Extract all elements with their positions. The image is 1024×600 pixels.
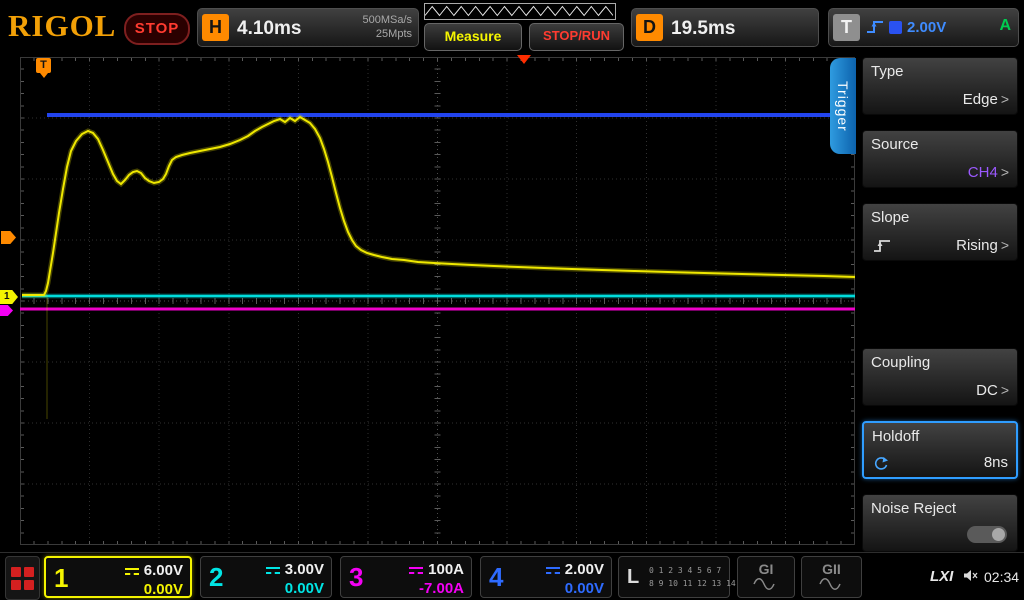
memory-position-strip	[424, 3, 616, 20]
timebase-value: 4.10ms	[237, 18, 301, 40]
waveform-display	[20, 57, 855, 545]
menu-value: 8ns	[984, 454, 1008, 471]
menu-label: Coupling	[871, 354, 930, 371]
channel-number: 1	[54, 563, 68, 594]
menu-value: Rising	[956, 237, 998, 254]
delay-value: 19.5ms	[671, 18, 735, 40]
channel-number: 3	[349, 562, 363, 593]
channel-offset: 0.00V	[144, 581, 183, 598]
lxi-logo: LXI	[930, 568, 953, 585]
memory-waveform-icon	[425, 4, 613, 17]
measure-button[interactable]: Measure	[424, 23, 522, 51]
sample-rate-readout: 500MSa/s 25Mpts	[362, 13, 412, 41]
trigger-source-color-icon	[889, 21, 902, 34]
menu-item-source[interactable]: Source CH4>	[862, 130, 1018, 188]
menu-label: Noise Reject	[871, 500, 956, 517]
toggle-knob	[992, 528, 1005, 541]
delay-group: D 19.5ms	[630, 7, 820, 48]
memory-depth: 25Mpts	[362, 27, 412, 41]
channel-scale: 2.00V	[565, 561, 604, 578]
generator-label: GII	[802, 561, 861, 577]
channel-scale: 100A	[428, 561, 464, 578]
rising-edge-icon	[872, 238, 892, 254]
chevron-right-icon: >	[1001, 237, 1009, 253]
edge-trigger-icon	[865, 17, 885, 37]
logic-channels-block[interactable]: L 0 1 2 3 4 5 6 7 8 9 10 11 12 13 14 15	[618, 556, 730, 598]
menu-label: Slope	[871, 209, 909, 226]
menu-item-coupling[interactable]: Coupling DC>	[862, 348, 1018, 406]
acquisition-status-badge: STOP	[124, 13, 190, 45]
channel-1-ground-marker[interactable]: 1	[0, 290, 18, 304]
channel-offset: 0.00V	[285, 580, 324, 597]
channel-1-block[interactable]: 1 6.00V 0.00V	[44, 556, 192, 598]
trigger-icon: T	[833, 14, 860, 41]
menu-value: Edge	[963, 91, 998, 108]
logic-label: L	[627, 566, 639, 589]
channel-offset: -7.00A	[419, 580, 464, 597]
menu-item-slope[interactable]: Slope Rising>	[862, 203, 1018, 261]
oscilloscope-screen: RIGOL STOP H 4.10ms 500MSa/s 25Mpts Meas…	[0, 0, 1024, 600]
rotate-knob-icon	[873, 456, 889, 471]
menu-label: Type	[871, 63, 904, 80]
sine-wave-icon	[753, 578, 779, 590]
channel-number: 2	[209, 562, 223, 593]
channel-number: 4	[489, 562, 503, 593]
channel-3-ground-marker[interactable]	[0, 305, 13, 316]
menu-value: DC	[976, 382, 998, 399]
generator-1-block[interactable]: GI	[737, 556, 795, 598]
trigger-status-group: T 2.00V A	[827, 7, 1020, 48]
chevron-right-icon: >	[1001, 382, 1009, 398]
menu-item-noise-reject[interactable]: Noise Reject	[862, 494, 1018, 552]
channel-3-block[interactable]: 3 100A -7.00A	[340, 556, 472, 598]
trigger-mode-auto: A	[999, 17, 1011, 35]
dc-coupling-icon	[409, 566, 423, 575]
trigger-level-value: 2.00V	[907, 19, 946, 36]
sine-wave-icon	[819, 578, 845, 590]
menu-grid-button[interactable]	[5, 556, 40, 600]
menu-value: CH4	[968, 164, 998, 181]
chevron-right-icon: >	[1001, 91, 1009, 107]
chevron-right-icon: >	[1001, 164, 1009, 180]
dc-coupling-icon	[125, 567, 139, 576]
stop-run-button[interactable]: STOP/RUN	[529, 23, 624, 51]
channel-scale: 6.00V	[144, 562, 183, 579]
logic-row-2: 8 9 10 11 12 13 14 15	[649, 577, 750, 590]
generator-label: GI	[738, 561, 794, 577]
dc-coupling-icon	[546, 566, 560, 575]
horizontal-timebase-group: H 4.10ms 500MSa/s 25Mpts	[196, 7, 420, 48]
menu-label: Holdoff	[872, 428, 919, 445]
noise-reject-toggle[interactable]	[967, 526, 1007, 543]
trigger-level-marker[interactable]	[1, 231, 16, 244]
menu-label: Source	[871, 136, 919, 153]
trigger-menu-tab[interactable]: Trigger	[830, 58, 856, 154]
speaker-mute-icon	[963, 569, 979, 582]
trigger-position-marker[interactable]	[517, 55, 531, 64]
logic-row-1: 0 1 2 3 4 5 6 7	[649, 564, 750, 577]
channel-4-block[interactable]: 4 2.00V 0.00V	[480, 556, 612, 598]
bottom-bar: 1 6.00V 0.00V 2 3.00V 0.00V 3 100A -7.00…	[0, 552, 1024, 600]
horizontal-icon: H	[202, 14, 229, 41]
trigger-time-flag[interactable]: T	[36, 58, 51, 73]
channel-scale: 3.00V	[285, 561, 324, 578]
delay-icon: D	[636, 14, 663, 41]
main-area: T 1 Trigger Type Edge> Source CH4> Slope…	[0, 55, 1024, 552]
menu-item-holdoff[interactable]: Holdoff 8ns	[862, 421, 1018, 479]
menu-item-type[interactable]: Type Edge>	[862, 57, 1018, 115]
channel-offset: 0.00V	[565, 580, 604, 597]
top-bar: RIGOL STOP H 4.10ms 500MSa/s 25Mpts Meas…	[0, 0, 1024, 56]
generator-2-block[interactable]: GII	[801, 556, 862, 598]
sample-rate: 500MSa/s	[362, 13, 412, 27]
dc-coupling-icon	[266, 566, 280, 575]
clock: 02:34	[984, 569, 1019, 585]
rigol-logo: RIGOL	[8, 8, 116, 44]
channel-2-block[interactable]: 2 3.00V 0.00V	[200, 556, 332, 598]
grid-icon	[11, 567, 34, 590]
